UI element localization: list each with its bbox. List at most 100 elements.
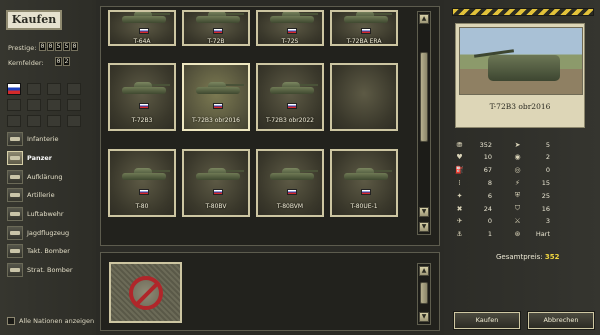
air-attack-icon: ✈ — [456, 217, 463, 226]
russia-flag-icon — [213, 103, 223, 110]
counter-digit: 0 — [71, 42, 78, 51]
unit-scrollbar[interactable]: ▲ ▼ ▼ — [417, 11, 431, 235]
tank-icon — [7, 151, 23, 165]
infantry-icon — [7, 132, 23, 146]
nation-slot — [7, 115, 21, 127]
nation-slot — [67, 83, 81, 95]
category-tank[interactable]: Panzer — [7, 150, 93, 166]
spotting-icon: ◉ — [514, 153, 521, 162]
unit-card[interactable]: T-72B3 obr2016 — [182, 63, 250, 132]
unit-card[interactable]: T-64A — [108, 10, 176, 46]
unit-name: T-80BVM — [276, 202, 304, 210]
category-recon[interactable]: Aufklärung — [7, 169, 93, 185]
scroll-end-button[interactable]: ▼ — [419, 222, 429, 232]
stat-value: 24 — [483, 204, 492, 213]
strategic-bomber-icon — [7, 263, 23, 277]
unit-card[interactable]: T-72B3 — [108, 63, 176, 132]
scroll-down-button[interactable]: ▼ — [419, 207, 429, 217]
unit-card[interactable]: T-80UE-1 — [330, 148, 398, 217]
core-slots-label: Kernfelder: — [8, 59, 44, 67]
unit-photo-name: T-72B3 obr2016 — [489, 102, 551, 111]
counter-digit: 5 — [63, 42, 70, 51]
russia-flag-icon — [213, 188, 223, 195]
nation-slot — [67, 99, 81, 111]
all-nations-toggle[interactable]: Alle Nationen anzeigen — [7, 317, 94, 325]
air-defense-icon: ⛉ — [514, 204, 521, 212]
naval-attack-icon: ⚓ — [456, 230, 463, 239]
unit-name: T-80UE-1 — [350, 202, 378, 210]
transport-scroll-thumb[interactable] — [420, 282, 428, 304]
russia-flag-icon — [139, 28, 149, 34]
stat-row: ◎ 0 — [513, 166, 573, 175]
tank-icon — [120, 79, 170, 97]
buy-button[interactable]: Kaufen — [454, 312, 520, 329]
unit-card[interactable]: T-80 — [108, 148, 176, 217]
tank-icon — [194, 79, 244, 97]
stat-row: ⁞ 8 — [455, 178, 515, 187]
russia-flag-icon — [139, 188, 149, 195]
recon-icon — [7, 170, 23, 184]
counter-digit: 2 — [63, 57, 70, 66]
no-transport-icon — [129, 276, 163, 310]
ground-defense-icon: ⛨ — [514, 191, 521, 200]
unit-card[interactable]: T-80BVM — [256, 148, 324, 217]
fighter-icon — [7, 226, 23, 240]
stat-row: ⊛ Hart — [513, 230, 573, 239]
transport-scrollbar[interactable]: ▲ ▼ — [417, 263, 431, 325]
stat-value: 352 — [479, 140, 492, 149]
stat-row: ✈ 0 — [455, 217, 515, 226]
stat-value: 8 — [487, 178, 492, 187]
scroll-thumb[interactable] — [420, 52, 428, 142]
unit-name: T-72BA ERA — [346, 38, 382, 45]
initiative-icon: ⚡ — [515, 178, 520, 187]
cancel-button[interactable]: Abbrechen — [528, 312, 594, 329]
stat-row: ⛨ 25 — [513, 191, 573, 200]
all-nations-label: Alle Nationen anzeigen — [19, 317, 95, 325]
unit-name: T-72B — [207, 38, 225, 45]
movement-icon: ➤ — [514, 140, 521, 149]
category-label: Panzer — [27, 154, 53, 162]
stat-value: 5 — [545, 140, 550, 149]
unit-card[interactable]: T-72B — [182, 10, 250, 46]
transport-scroll-up-button[interactable]: ▲ — [419, 266, 429, 276]
transport-slot[interactable] — [109, 262, 182, 323]
prestige-label: Prestige: — [8, 44, 37, 52]
category-fighter[interactable]: Jagdflugzeug — [7, 225, 93, 241]
tank-icon — [268, 165, 318, 183]
range-icon: ◎ — [514, 166, 521, 175]
category-anti-air[interactable]: Luftabwehr — [7, 206, 93, 222]
category-label: Artillerie — [27, 191, 55, 199]
stat-value: 25 — [541, 191, 550, 200]
russia-flag-icon — [361, 188, 371, 195]
nation-russia-flag[interactable] — [7, 83, 21, 95]
stat-value: 10 — [483, 153, 492, 162]
tank-icon — [194, 12, 244, 26]
unit-photo-card: T-72B3 obr2016 — [455, 23, 585, 128]
unit-grid-panel: T-64A T-72B T-72S T-72BA ERA T-72B3 T-72B3 ob… — [100, 6, 440, 246]
transport-scroll-down-button[interactable]: ▼ — [419, 312, 429, 322]
stat-value: 16 — [541, 204, 550, 213]
russia-flag-icon — [287, 28, 297, 34]
category-strategic-bomber[interactable]: Strat. Bomber — [7, 262, 93, 278]
tank-icon — [120, 12, 170, 26]
category-artillery[interactable]: Artillerie — [7, 187, 93, 203]
stat-value: 6 — [487, 191, 492, 200]
category-infantry[interactable]: Infanterie — [7, 131, 93, 147]
unit-card[interactable]: T-72B3 obr2022 — [256, 63, 324, 132]
category-label: Aufklärung — [27, 173, 63, 181]
unit-card[interactable]: T-72S — [256, 10, 324, 46]
stat-value: 3 — [545, 217, 550, 226]
ammo-icon: ⁞ — [458, 178, 461, 187]
scroll-up-button[interactable]: ▲ — [419, 14, 429, 24]
nation-slot — [67, 115, 81, 127]
soft-attack-icon: ✦ — [456, 191, 463, 200]
all-nations-checkbox[interactable] — [7, 317, 15, 325]
category-label: Takt. Bomber — [27, 247, 70, 255]
unit-card[interactable]: T-72BA ERA — [330, 10, 398, 46]
unit-card[interactable]: T-80BV — [182, 148, 250, 217]
stat-value: Hart — [535, 230, 550, 239]
category-tactical-bomber[interactable]: Takt. Bomber — [7, 243, 93, 259]
window-title: Kaufen — [6, 10, 62, 30]
unit-grid: T-64A T-72B T-72S T-72BA ERA T-72B3 T-72B3 ob… — [108, 10, 403, 228]
category-label: Strat. Bomber — [27, 266, 73, 274]
